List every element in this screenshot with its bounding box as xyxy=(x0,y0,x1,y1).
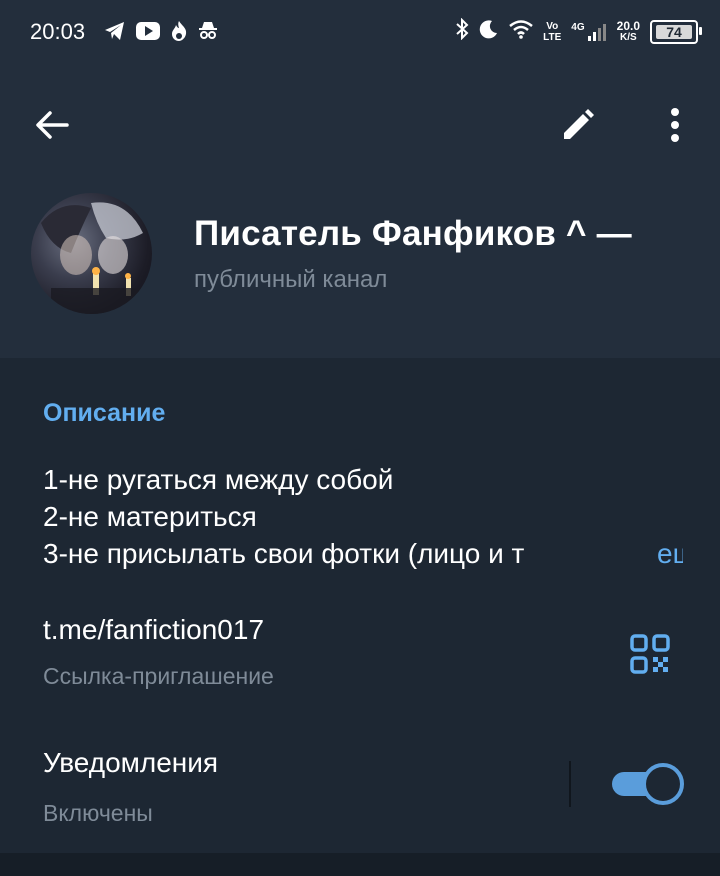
channel-title: Писатель Фанфиков ^ — xyxy=(194,214,632,253)
divider xyxy=(569,761,571,807)
description-text[interactable]: 1-не ругаться между собой 2-не материтьс… xyxy=(43,461,683,572)
wifi-icon xyxy=(509,19,533,44)
battery-level: 74 xyxy=(656,24,692,39)
fire-icon xyxy=(170,20,188,47)
qr-code-button[interactable] xyxy=(624,628,676,680)
invite-link-caption: Ссылка-приглашение xyxy=(43,663,274,689)
description-line: 1-не ругаться между собой xyxy=(43,464,394,495)
telegram-icon xyxy=(104,21,126,46)
notifications-label: Уведомления xyxy=(43,747,219,778)
pencil-icon xyxy=(564,109,594,139)
status-time: 20:03 xyxy=(30,19,86,44)
youtube-icon xyxy=(136,22,160,45)
bluetooth-icon xyxy=(455,17,469,45)
description-label: Описание xyxy=(43,399,166,427)
invite-link[interactable]: t.me/fanfiction017 xyxy=(43,614,264,646)
notifications-status: Включены xyxy=(43,800,153,826)
edit-button[interactable] xyxy=(550,97,606,153)
more-button[interactable] xyxy=(647,97,703,153)
description-line: 2-не материться xyxy=(43,501,257,532)
notification-icons xyxy=(104,20,218,47)
notifications-toggle[interactable] xyxy=(612,763,684,805)
moon-icon xyxy=(479,19,499,44)
toggle-thumb xyxy=(642,763,684,805)
back-button[interactable] xyxy=(24,97,80,153)
more-vertical-icon xyxy=(671,108,679,142)
network-speed: 20.0 K/S xyxy=(616,18,640,43)
volte-icon: Vo LTE xyxy=(543,20,562,43)
channel-avatar[interactable] xyxy=(31,193,152,314)
channel-type: публичный канал xyxy=(194,266,388,293)
battery-icon: 74 xyxy=(650,19,702,44)
qr-code-icon xyxy=(630,634,670,674)
signal-4g-icon: 4G xyxy=(571,22,606,42)
status-bar: 20:03 Vo LTE 4G 20.0 K/S 74 xyxy=(0,0,720,66)
arrow-left-icon xyxy=(36,111,69,139)
section-separator xyxy=(0,853,720,876)
show-more-link[interactable]: ещё xyxy=(655,535,683,572)
incognito-icon xyxy=(198,20,218,47)
system-icons: Vo LTE 4G 20.0 K/S 74 xyxy=(455,17,702,45)
avatar-image xyxy=(41,202,143,314)
description-line: 3-не присылать свои фотки (лицо и т xyxy=(43,538,525,569)
